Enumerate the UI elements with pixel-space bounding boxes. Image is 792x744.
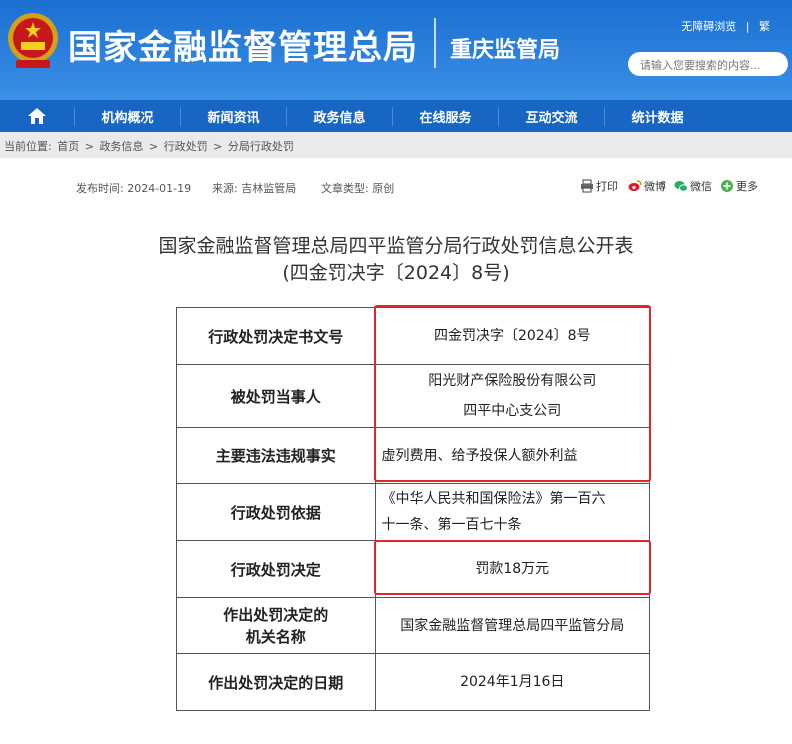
nav-home[interactable]: [0, 100, 74, 132]
nav-item-interaction[interactable]: 互动交流: [498, 106, 604, 126]
print-label: 打印: [596, 180, 618, 193]
top-links-separator: |: [745, 20, 750, 33]
breadcrumb-sep: >: [84, 140, 94, 153]
row-value: 国家金融监督管理总局四平监管分局: [374, 597, 651, 654]
wechat-icon: [674, 181, 688, 192]
row-label: 行政处罚决定: [176, 540, 376, 598]
national-emblem-icon: [8, 13, 58, 68]
header-divider: [434, 18, 436, 68]
home-icon: [28, 108, 46, 124]
breadcrumb-label: 当前位置:: [4, 140, 52, 153]
search-input[interactable]: 请输入您要搜索的内容...: [628, 52, 788, 76]
article-source: 来源: 吉林监管局: [212, 182, 297, 195]
highlight-box-decision: [374, 540, 651, 595]
branch-name[interactable]: 重庆监管局: [450, 32, 560, 64]
more-label: 更多: [736, 180, 758, 193]
basis-line2: 十一条、第一百七十条: [381, 517, 522, 533]
nav-item-gov-info[interactable]: 政务信息: [286, 106, 392, 126]
row-label: 被处罚当事人: [176, 364, 376, 428]
table-row: 作出处罚决定的 机关名称 国家金融监督管理总局四平监管分局: [176, 597, 651, 654]
weibo-icon: [628, 180, 642, 191]
nav-item-about[interactable]: 机构概况: [74, 106, 180, 126]
table-row: 作出处罚决定的日期 2024年1月16日: [176, 653, 651, 711]
breadcrumb-branch-penalty[interactable]: 分局行政处罚: [228, 140, 294, 153]
breadcrumb-sep: >: [148, 140, 159, 153]
printer-icon: [581, 179, 593, 193]
article-type: 文章类型: 原创: [321, 182, 395, 195]
row-label: 作出处罚决定的 机关名称: [176, 597, 376, 654]
row-value: 2024年1月16日: [374, 653, 651, 711]
table-row: 行政处罚依据 《中华人民共和国保险法》第一百六 十一条、第一百七十条: [176, 483, 651, 541]
row-label: 行政处罚依据: [176, 483, 376, 541]
breadcrumb-gov-info[interactable]: 政务信息: [99, 140, 143, 153]
wechat-label: 微信: [690, 180, 712, 193]
breadcrumb: 当前位置: 首页 > 政务信息 > 行政处罚 > 分局行政处罚: [0, 132, 792, 158]
row-label: 行政处罚决定书文号: [176, 307, 376, 365]
row-label: 作出处罚决定的日期: [176, 653, 376, 711]
site-header: 国家金融监督管理总局 重庆监管局 无障碍浏览 | 繁 请输入您要搜索的内容...: [0, 0, 792, 100]
authority-label-line1: 作出处罚决定的: [223, 605, 329, 624]
print-button[interactable]: 打印: [580, 178, 618, 194]
article-title: 国家金融监督管理总局四平监管分局行政处罚信息公开表: [158, 235, 634, 257]
top-links: 无障碍浏览 | 繁: [675, 18, 770, 34]
nav-item-news[interactable]: 新闻资讯: [180, 106, 286, 126]
plus-icon: [721, 180, 733, 192]
accessibility-link[interactable]: 无障碍浏览: [681, 20, 736, 33]
site-title[interactable]: 国家金融监督管理总局: [68, 20, 418, 69]
authority-label-line2: 机关名称: [245, 627, 306, 646]
article-subtitle: (四金罚决字〔2024〕8号): [282, 262, 510, 284]
wechat-share-button[interactable]: 微信: [674, 178, 712, 194]
weibo-share-button[interactable]: 微博: [628, 178, 666, 194]
breadcrumb-sep: >: [213, 140, 223, 153]
breadcrumb-home[interactable]: 首页: [57, 140, 79, 153]
publish-date: 发布时间: 2024-01-19: [76, 182, 192, 195]
row-label: 主要违法违规事实: [176, 427, 376, 484]
nav-item-online-service[interactable]: 在线服务: [392, 106, 498, 126]
more-share-button[interactable]: 更多: [720, 178, 758, 194]
nav-item-statistics[interactable]: 统计数据: [604, 106, 710, 126]
row-value: 《中华人民共和国保险法》第一百六 十一条、第一百七十条: [374, 483, 651, 541]
highlight-box-top: [374, 305, 651, 482]
basis-line1: 《中华人民共和国保险法》第一百六: [381, 491, 606, 507]
weibo-label: 微博: [644, 180, 666, 193]
main-nav: 机构概况 新闻资讯 政务信息 在线服务 互动交流 统计数据: [0, 100, 792, 132]
traditional-chinese-link[interactable]: 繁: [759, 20, 770, 33]
breadcrumb-penalty[interactable]: 行政处罚: [164, 140, 208, 153]
